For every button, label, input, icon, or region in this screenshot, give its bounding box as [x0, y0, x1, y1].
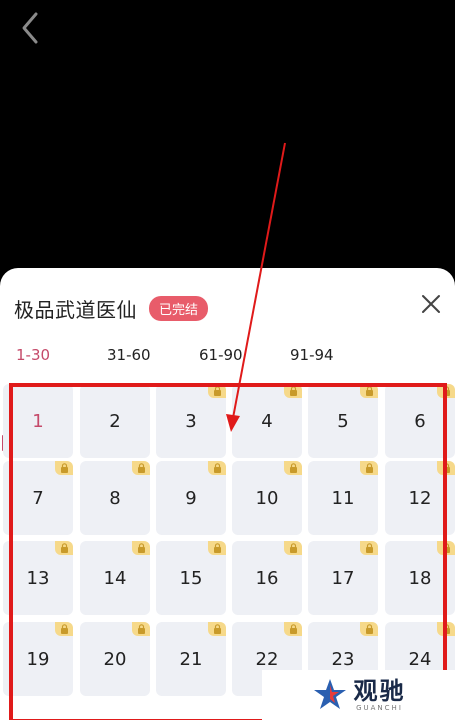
lock-icon: [360, 541, 378, 555]
episode-cell[interactable]: 16: [232, 541, 302, 615]
episode-cell[interactable]: 7: [3, 461, 73, 535]
lock-icon: [55, 541, 73, 555]
episode-number: 23: [331, 648, 355, 670]
lock-icon: [208, 541, 226, 555]
episode-number: 20: [103, 648, 127, 670]
lock-icon: [55, 622, 73, 636]
episode-cell[interactable]: 17: [308, 541, 378, 615]
lock-icon: [132, 541, 150, 555]
lock-icon: [360, 384, 378, 398]
lock-icon: [208, 384, 226, 398]
episode-number: 18: [408, 567, 432, 589]
episode-cell[interactable]: 11: [308, 461, 378, 535]
tab-91-94[interactable]: 91-94: [290, 346, 334, 364]
episode-cell[interactable]: 3: [156, 384, 226, 458]
episode-cell[interactable]: 6: [385, 384, 455, 458]
episode-cell[interactable]: 13: [3, 541, 73, 615]
episode-number: 5: [337, 410, 349, 432]
lock-icon: [284, 541, 302, 555]
episode-number: 6: [414, 410, 426, 432]
episode-cell[interactable]: 15: [156, 541, 226, 615]
tab-61-90[interactable]: 61-90: [199, 346, 243, 364]
episode-cell[interactable]: 4: [232, 384, 302, 458]
back-button[interactable]: [16, 10, 46, 46]
close-icon: [422, 295, 440, 313]
sheet-header: 极品武道医仙 已完结: [14, 294, 209, 322]
status-badge: 已完结: [149, 295, 209, 321]
episode-number: 21: [179, 648, 203, 670]
lock-icon: [437, 461, 455, 475]
episode-number: 14: [103, 567, 127, 589]
episode-number: 8: [109, 487, 121, 509]
episode-cell[interactable]: 19: [3, 622, 73, 696]
watermark-text: 观驰: [353, 676, 406, 705]
episode-number: 19: [26, 648, 50, 670]
lock-icon: [132, 461, 150, 475]
episode-number: 11: [331, 487, 355, 509]
episode-number: 12: [408, 487, 432, 509]
watermark: 观驰 GUANCHI: [262, 670, 455, 720]
episode-cell[interactable]: 8: [80, 461, 150, 535]
episode-number: 2: [109, 410, 121, 432]
episode-number: 1: [32, 410, 44, 432]
episode-sheet: 极品武道医仙 已完结 1-30 31-60 61-90 91-94 123456…: [0, 268, 455, 720]
episode-number: 13: [26, 567, 50, 589]
lock-icon: [284, 384, 302, 398]
tab-31-60[interactable]: 31-60: [107, 346, 151, 364]
episode-cell[interactable]: 10: [232, 461, 302, 535]
episode-number: 15: [179, 567, 203, 589]
episode-number: 10: [255, 487, 279, 509]
episode-number: 17: [331, 567, 355, 589]
episode-cell[interactable]: 12: [385, 461, 455, 535]
watermark-subtext: GUANCHI: [356, 703, 403, 712]
episode-cell[interactable]: 20: [80, 622, 150, 696]
episode-cell[interactable]: 2: [80, 384, 150, 458]
drama-title: 极品武道医仙: [14, 297, 137, 322]
star-logo-icon: [313, 679, 346, 709]
lock-icon: [284, 622, 302, 636]
episode-number: 22: [255, 648, 279, 670]
episode-cell[interactable]: 1: [3, 384, 73, 458]
lock-icon: [208, 622, 226, 636]
episode-cell[interactable]: 5: [308, 384, 378, 458]
episode-number: 9: [185, 487, 197, 509]
lock-icon: [208, 461, 226, 475]
episode-number: 7: [32, 487, 44, 509]
episode-number: 16: [255, 567, 279, 589]
episode-cell[interactable]: 18: [385, 541, 455, 615]
episode-number: 24: [408, 648, 432, 670]
lock-icon: [55, 461, 73, 475]
close-button[interactable]: [419, 292, 443, 316]
episode-number: 3: [185, 410, 197, 432]
lock-icon: [360, 622, 378, 636]
episode-number: 4: [261, 410, 273, 432]
lock-icon: [132, 622, 150, 636]
lock-icon: [437, 384, 455, 398]
lock-icon: [284, 461, 302, 475]
tab-1-30[interactable]: 1-30: [16, 346, 50, 364]
episode-range-tabs: 1-30 31-60 61-90 91-94: [16, 346, 446, 368]
lock-icon: [437, 622, 455, 636]
episode-cell[interactable]: 14: [80, 541, 150, 615]
lock-icon: [437, 541, 455, 555]
chevron-left-icon: [22, 12, 38, 44]
episode-cell[interactable]: 21: [156, 622, 226, 696]
lock-icon: [360, 461, 378, 475]
episode-cell[interactable]: 9: [156, 461, 226, 535]
